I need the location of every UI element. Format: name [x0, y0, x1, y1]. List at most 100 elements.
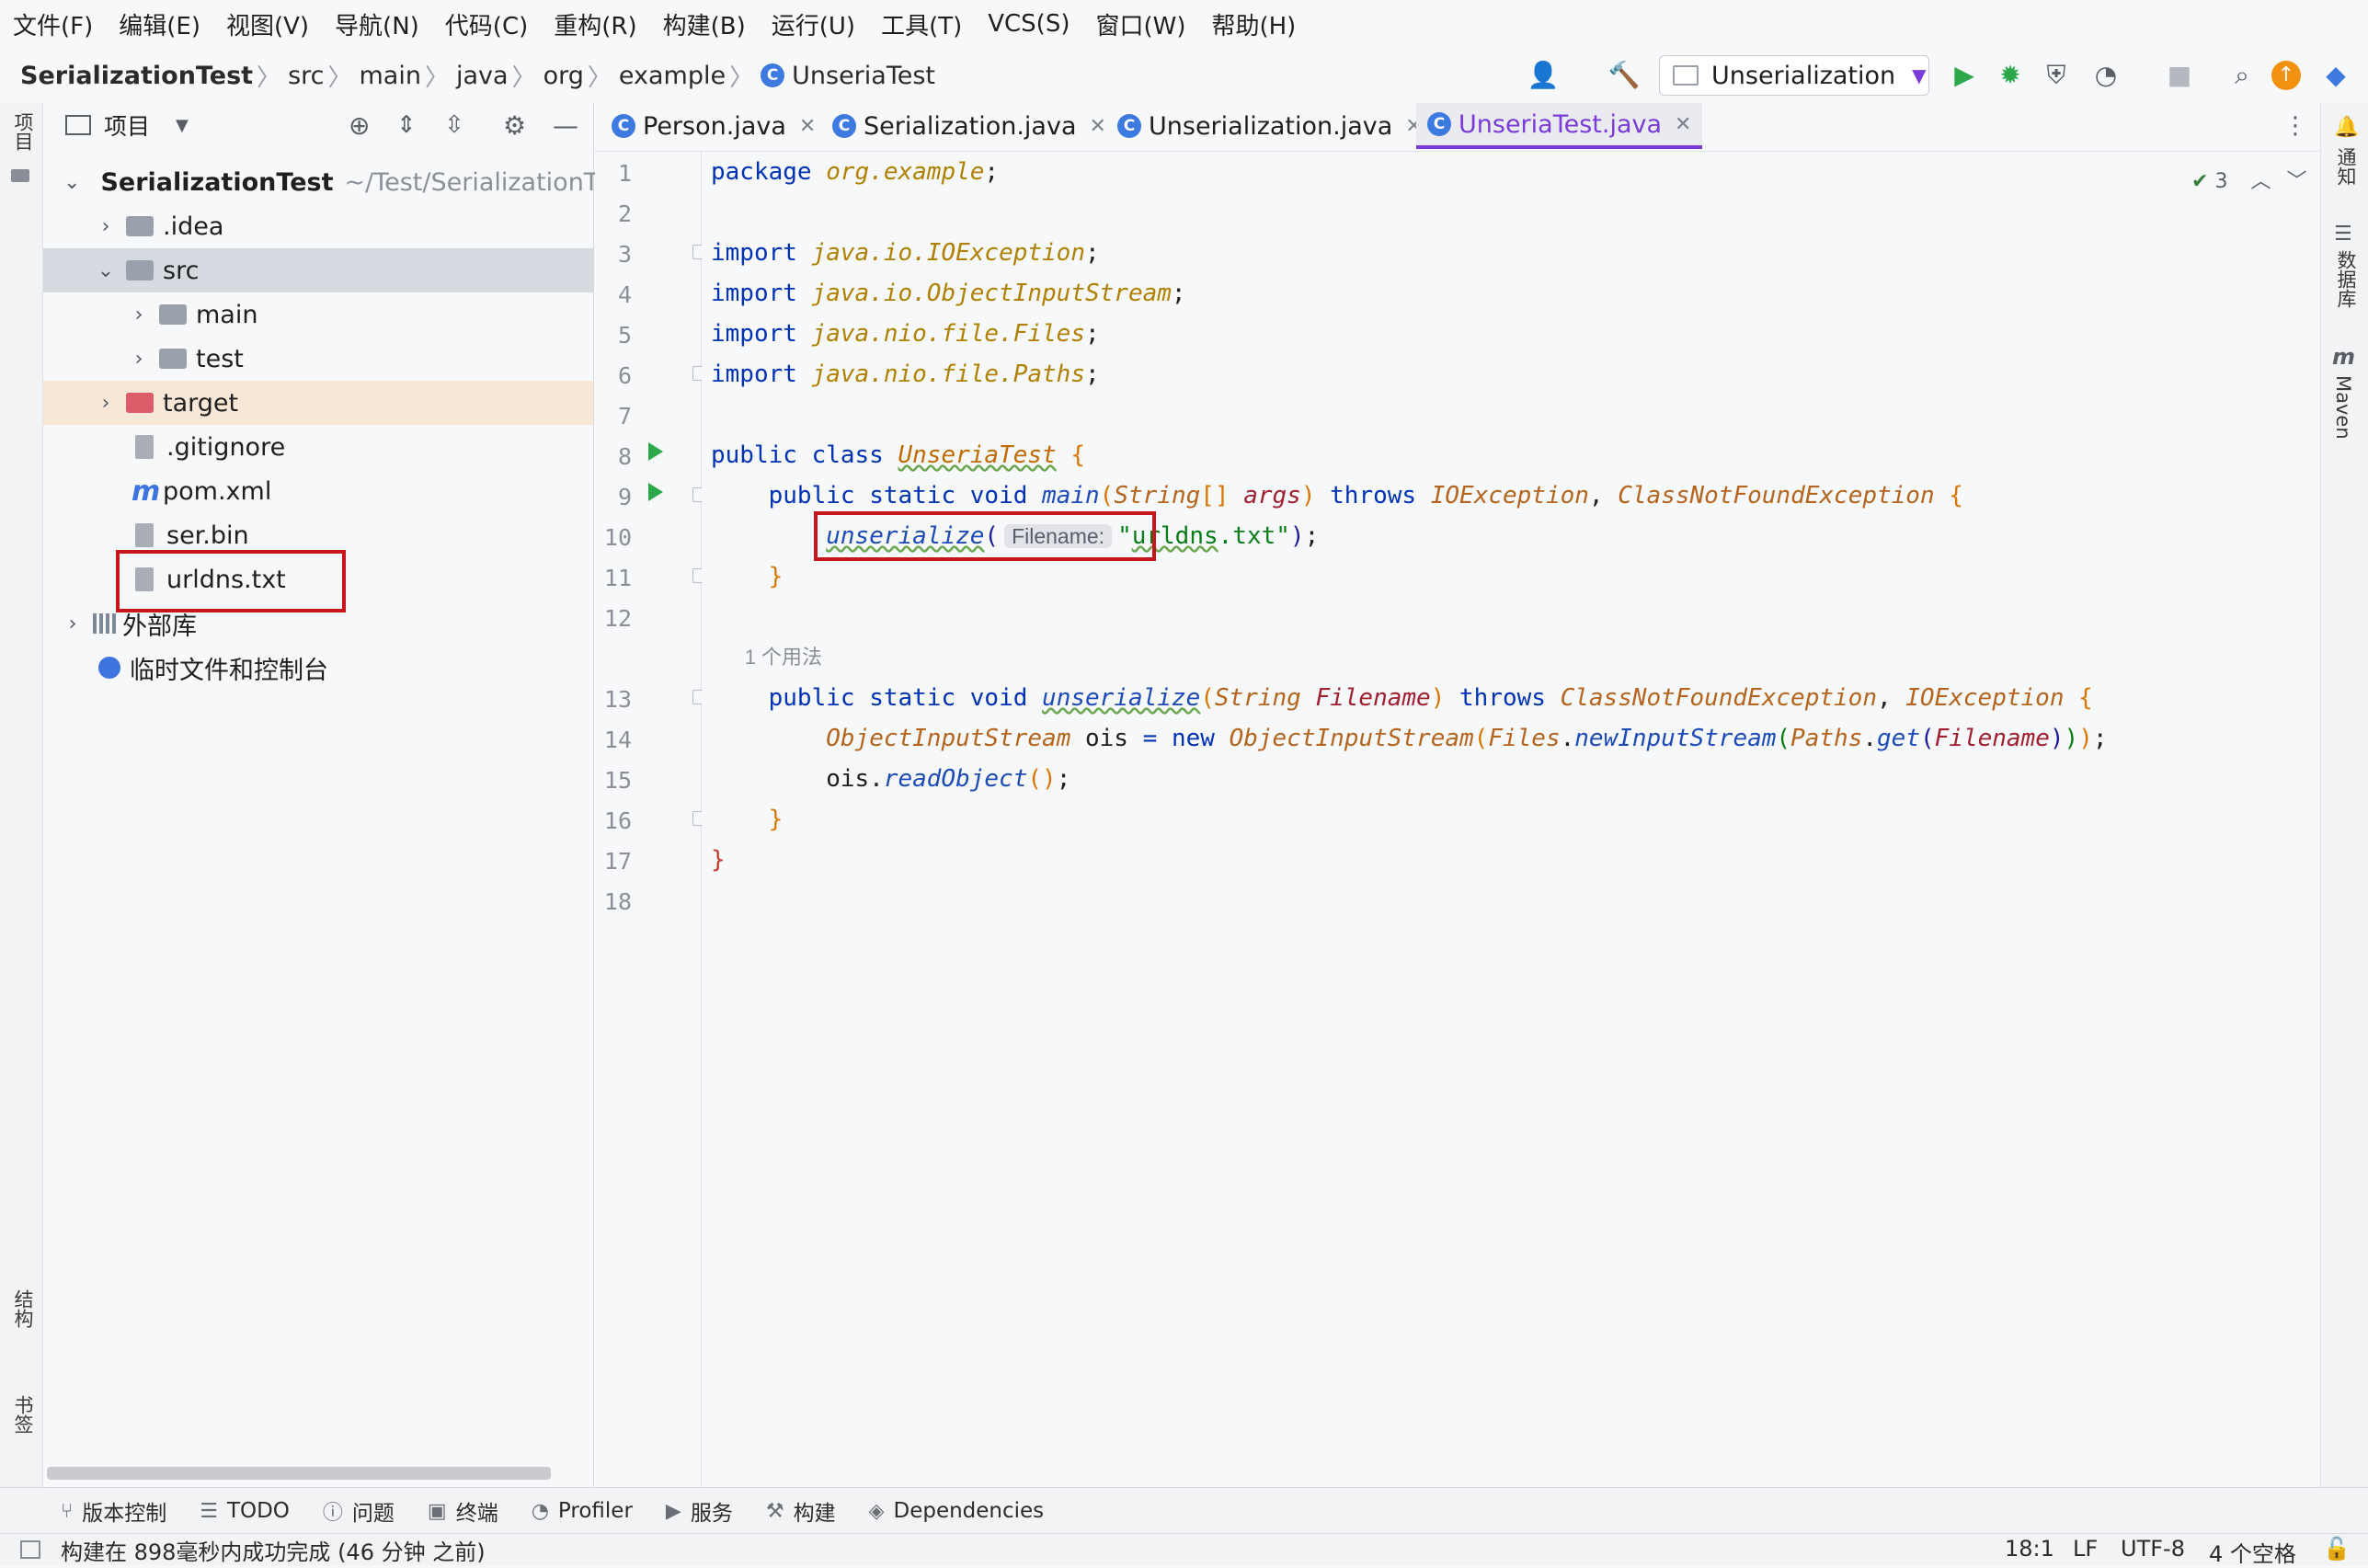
- close-icon[interactable]: ✕: [1090, 115, 1106, 138]
- debug-icon[interactable]: ✹: [1994, 59, 2027, 92]
- menu-code[interactable]: 代码(C): [432, 7, 541, 41]
- breadcrumb-org[interactable]: org: [543, 62, 584, 90]
- code-line-6: import java.nio.file.Paths;: [711, 361, 1100, 388]
- lock-icon[interactable]: 🔓: [2323, 1536, 2351, 1562]
- menu-file[interactable]: 文件(F): [0, 7, 106, 41]
- tab-unserialization-java[interactable]: C Unserialization.java ✕: [1117, 103, 1423, 149]
- close-icon[interactable]: ✕: [1675, 113, 1691, 136]
- tool-version-control[interactable]: ⑂ 版本控制: [61, 1495, 166, 1527]
- chevron-down-icon[interactable]: ⌄: [63, 171, 80, 194]
- menu-edit[interactable]: 编辑(E): [106, 7, 213, 41]
- tab-unseriatest-java[interactable]: C UnseriaTest.java ✕: [1416, 103, 1703, 149]
- stripe-bookmarks[interactable]: 书签: [9, 1395, 37, 1434]
- more-icon[interactable]: ⋮: [2283, 112, 2307, 140]
- inspection-widget[interactable]: ✔ 3 ︿ ﹀: [2191, 165, 2306, 194]
- stripe-database[interactable]: 数据库: [2332, 250, 2360, 308]
- menu-help[interactable]: 帮助(H): [1198, 7, 1309, 41]
- info-icon: ⓘ: [322, 1502, 343, 1525]
- tool-terminal[interactable]: ▣ 终端: [428, 1495, 498, 1527]
- breadcrumb-main[interactable]: main: [360, 62, 421, 90]
- ide-logo-icon[interactable]: ◆: [2319, 59, 2352, 92]
- tool-services[interactable]: ▶ 服务: [666, 1495, 733, 1527]
- menu-run[interactable]: 运行(U): [759, 7, 868, 41]
- tree-item-project-root[interactable]: ⌄ SerializationTest ~/Test/Serialization…: [43, 160, 623, 204]
- update-icon[interactable]: ↑: [2271, 61, 2301, 90]
- line-number: 13: [603, 686, 632, 713]
- search-icon[interactable]: ⌕: [2225, 59, 2259, 92]
- chevron-right-icon[interactable]: ›: [130, 348, 148, 371]
- breadcrumb-class[interactable]: UnseriaTest: [792, 62, 935, 90]
- project-panel-title[interactable]: 项目: [104, 109, 150, 142]
- cursor-position[interactable]: 18:1: [2005, 1536, 2054, 1562]
- chevron-right-icon[interactable]: ›: [97, 392, 115, 415]
- usage-hint-text: 1 个用法: [744, 646, 823, 669]
- tool-dependencies[interactable]: ◈ Dependencies: [869, 1499, 1045, 1523]
- line-number: 17: [603, 848, 632, 875]
- stripe-structure[interactable]: 结构: [9, 1289, 37, 1328]
- menu-tools[interactable]: 工具(T): [868, 7, 975, 41]
- horizontal-scrollbar[interactable]: [47, 1467, 551, 1480]
- chevron-down-icon[interactable]: ▼: [176, 116, 189, 135]
- tree-item-idea[interactable]: › .idea: [43, 204, 593, 248]
- tool-profiler[interactable]: ◔ Profiler: [532, 1499, 633, 1523]
- stripe-maven[interactable]: Maven: [2332, 375, 2354, 440]
- gear-icon[interactable]: ⚙: [503, 110, 526, 141]
- tree-item-label: src: [163, 256, 200, 285]
- run-gutter-icon[interactable]: [648, 483, 663, 501]
- chevron-right-icon[interactable]: ›: [63, 612, 82, 635]
- file-encoding[interactable]: UTF-8: [2121, 1536, 2185, 1562]
- tab-person-java[interactable]: C Person.java ✕: [612, 103, 816, 149]
- tool-todo[interactable]: ☰ TODO: [200, 1499, 290, 1523]
- tree-item-gitignore[interactable]: .gitignore: [43, 425, 593, 469]
- collapse-all-icon[interactable]: ⇳: [444, 111, 464, 139]
- coverage-icon[interactable]: ⛨: [2040, 59, 2073, 92]
- class-icon: C: [832, 114, 856, 138]
- chevron-up-icon[interactable]: ︿: [2250, 170, 2271, 193]
- breadcrumb-project[interactable]: SerializationTest: [20, 62, 253, 90]
- run-gutter-icon[interactable]: [648, 442, 663, 461]
- breadcrumb-example[interactable]: example: [619, 62, 726, 90]
- user-icon[interactable]: 👤: [1527, 59, 1560, 92]
- indent-setting[interactable]: 4 个空格: [2209, 1536, 2296, 1568]
- code-editor[interactable]: package org.example; import java.io.IOEx…: [702, 152, 2320, 1487]
- tab-serialization-java[interactable]: C Serialization.java ✕: [832, 103, 1106, 149]
- hammer-icon: ⚒: [765, 1499, 784, 1523]
- stripe-notifications[interactable]: 通知: [2332, 147, 2360, 186]
- window-icon[interactable]: [20, 1540, 40, 1559]
- tree-item-target[interactable]: › target: [43, 381, 593, 425]
- run-icon[interactable]: ▶: [1948, 59, 1981, 92]
- stop-icon[interactable]: ■: [2163, 59, 2196, 92]
- profile-icon[interactable]: ◔: [2089, 59, 2122, 92]
- chevron-down-icon[interactable]: ⌄: [97, 259, 115, 282]
- menu-window[interactable]: 窗口(W): [1082, 7, 1198, 41]
- menu-navigate[interactable]: 导航(N): [322, 7, 432, 41]
- breadcrumb-java[interactable]: java: [456, 62, 509, 90]
- menu-vcs[interactable]: VCS(S): [975, 10, 1082, 38]
- tool-build[interactable]: ⚒ 构建: [766, 1495, 836, 1527]
- locate-icon[interactable]: ⊕: [349, 110, 370, 141]
- menu-build[interactable]: 构建(B): [650, 7, 759, 41]
- run-config-selector[interactable]: Unserialization ▼: [1659, 55, 1929, 96]
- hammer-icon[interactable]: 🔨: [1607, 59, 1641, 92]
- usage-hint[interactable]: 1 个用法: [711, 637, 822, 678]
- menu-view[interactable]: 视图(V): [213, 7, 322, 41]
- chevron-right-icon[interactable]: ›: [130, 303, 148, 326]
- line-separator[interactable]: LF: [2073, 1536, 2098, 1562]
- code-line-13: public static void unserialize(String Fi…: [768, 684, 2093, 712]
- menu-refactor[interactable]: 重构(R): [541, 7, 649, 41]
- tree-item-main[interactable]: › main: [43, 292, 593, 337]
- tree-item-src[interactable]: ⌄ src: [43, 248, 593, 292]
- tool-problems[interactable]: ⓘ 问题: [323, 1495, 395, 1527]
- stripe-project[interactable]: 项目: [9, 112, 37, 151]
- chevron-right-icon[interactable]: ›: [97, 215, 115, 238]
- close-icon[interactable]: ✕: [799, 115, 816, 138]
- chevron-down-icon[interactable]: ﹀: [2286, 170, 2306, 193]
- status-message[interactable]: 构建在 898毫秒内成功完成 (46 分钟 之前): [61, 1534, 486, 1566]
- minimize-icon[interactable]: —: [553, 110, 578, 141]
- tree-item-pom[interactable]: m pom.xml: [43, 469, 593, 513]
- line-number: 18: [603, 888, 632, 915]
- tree-item-test[interactable]: › test: [43, 337, 593, 381]
- breadcrumb-src[interactable]: src: [288, 62, 324, 90]
- expand-all-icon[interactable]: ⇕: [396, 111, 417, 139]
- tree-item-scratches[interactable]: 临时文件和控制台: [43, 646, 593, 690]
